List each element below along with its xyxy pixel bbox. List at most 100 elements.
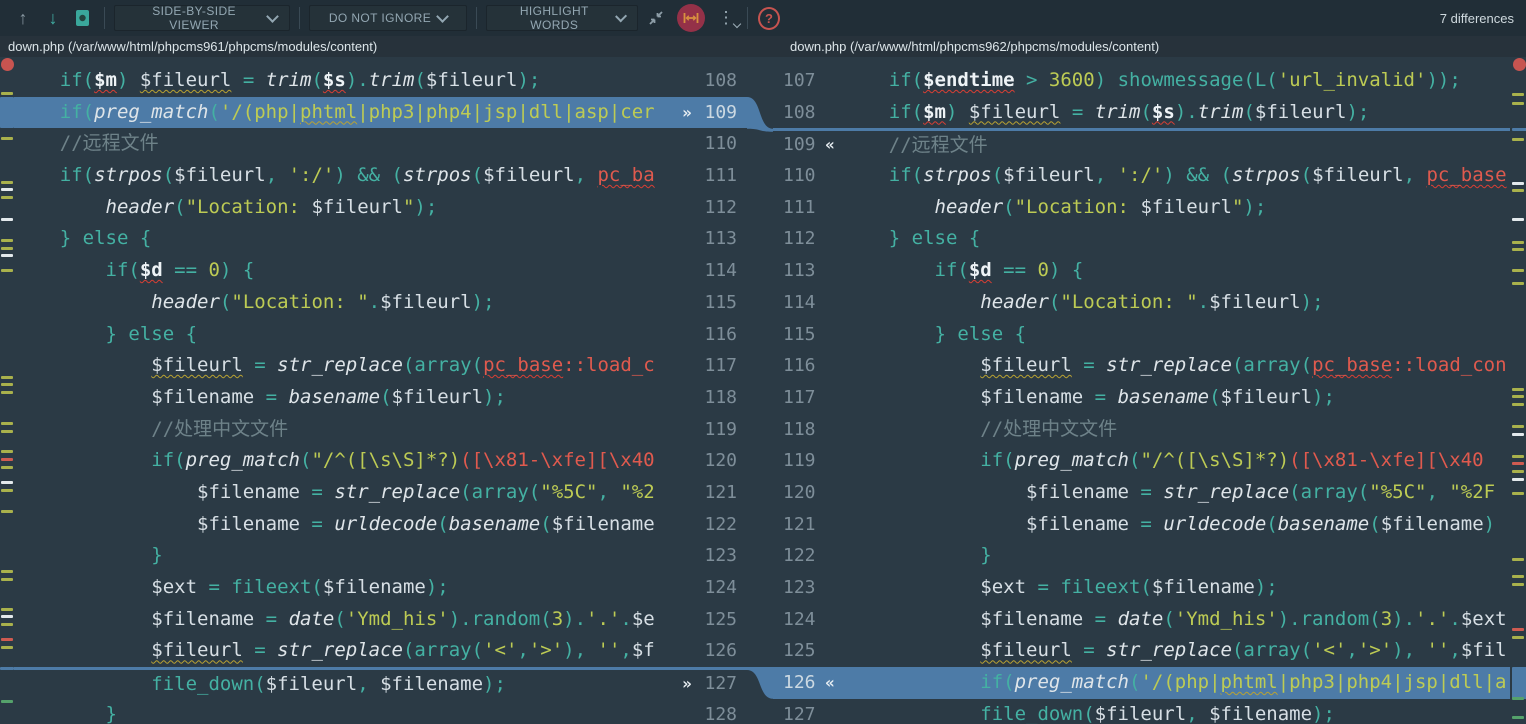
ignore-policy-dropdown[interactable]: DO NOT IGNORE (309, 5, 467, 31)
stripe-mark[interactable] (1, 376, 13, 379)
stripe-mark[interactable] (1512, 433, 1524, 436)
apply-change-chevron[interactable]: « (817, 667, 843, 699)
stripe-mark[interactable] (1512, 189, 1524, 192)
stripe-mark[interactable] (1512, 93, 1524, 96)
stripe-mark[interactable] (1, 481, 13, 484)
stripe-mark[interactable] (1512, 403, 1524, 406)
stripe-mark[interactable] (1, 247, 13, 250)
stripe-mark[interactable] (1, 137, 13, 140)
stripe-mark[interactable] (1, 700, 13, 703)
code-line-l-113[interactable]: } else {113 (14, 223, 747, 255)
stripe-mark[interactable] (1512, 395, 1524, 398)
stripe-mark[interactable] (1, 391, 13, 394)
code-line-r-118[interactable]: 118 //处理中文文件 (773, 414, 1510, 446)
code-line-l-112[interactable]: header("Location: $fileurl");112 (14, 192, 747, 224)
viewer-mode-dropdown[interactable]: SIDE-BY-SIDE VIEWER (114, 5, 290, 31)
code-line-l-120[interactable]: if(preg_match("/^([\s\S]*?)([\x81-\xfe][… (14, 445, 747, 477)
code-line-r-112[interactable]: 112 } else { (773, 223, 1510, 255)
code-line-r-120[interactable]: 120 $filename = str_replace(array("%5C",… (773, 477, 1510, 509)
code-line-r-111[interactable]: 111 header("Location: $fileurl"); (773, 192, 1510, 224)
code-line-r-107[interactable]: 107 if($endtime > 3600) showmessage(L('u… (773, 65, 1510, 97)
code-line-r-115[interactable]: 115 } else { (773, 319, 1510, 351)
code-line-r-113[interactable]: 113 if($d == 0) { (773, 255, 1510, 287)
code-line-r-110[interactable]: 110 if(strpos($fileurl, ':/') && (strpos… (773, 160, 1510, 192)
highlight-mode-dropdown[interactable]: HIGHLIGHT WORDS (486, 5, 638, 31)
stripe-mark[interactable] (1, 570, 13, 573)
error-indicator-ball[interactable] (1, 58, 14, 71)
stripe-mark[interactable] (1, 623, 13, 626)
stripe-mark[interactable] (1512, 182, 1524, 185)
stripe-mark[interactable] (1, 422, 13, 425)
code-line-r-124[interactable]: 124 $filename = date('Ymd_his').random(3… (773, 604, 1510, 636)
stripe-mark[interactable] (1, 638, 13, 641)
stripe-mark[interactable] (1, 92, 13, 95)
apply-change-chevron[interactable]: » (674, 97, 700, 129)
code-line-r-123[interactable]: 123 $ext = fileext($filename); (773, 572, 1510, 604)
code-line-r-121[interactable]: 121 $filename = urldecode(basename($file… (773, 509, 1510, 541)
code-line-r-127[interactable]: 127 file_down($fileurl, $filename); (773, 699, 1510, 724)
stripe-mark[interactable] (1, 458, 13, 461)
stripe-mark[interactable] (1512, 248, 1524, 251)
stripe-mark[interactable] (1512, 628, 1524, 631)
stripe-mark[interactable] (1, 218, 13, 221)
stripe-mark[interactable] (1512, 128, 1526, 131)
code-line-l-126[interactable]: $fileurl = str_replace(array('<','>'), '… (14, 635, 747, 667)
code-line-l-123[interactable]: }123 (14, 540, 747, 572)
code-line-r-119[interactable]: 119 if(preg_match("/^([\s\S]*?)([\x81-\x… (773, 445, 1510, 477)
stripe-mark[interactable] (1, 578, 13, 581)
code-line-l-125[interactable]: $filename = date('Ymd_his').random(3).'.… (14, 604, 747, 636)
stripe-mark[interactable] (1512, 102, 1524, 105)
stripe-mark[interactable] (1, 188, 13, 191)
collapse-unchanged-button[interactable] (641, 5, 671, 31)
code-line-r-122[interactable]: 122 } (773, 540, 1510, 572)
stripe-mark[interactable] (1512, 241, 1524, 244)
synchronize-scrolling-button[interactable] (677, 4, 705, 32)
apply-change-chevron[interactable]: « (817, 131, 843, 160)
stripe-mark[interactable] (1512, 282, 1524, 285)
stripe-mark[interactable] (1512, 558, 1524, 561)
stripe-mark[interactable] (1, 383, 13, 386)
code-line-l-114[interactable]: if($d == 0) {114 (14, 255, 747, 287)
stripe-mark[interactable] (1512, 138, 1524, 141)
help-button[interactable]: ? (754, 5, 784, 31)
more-options-button[interactable]: ⋮ (711, 5, 741, 31)
code-line-l-115[interactable]: header("Location: ".$fileurl);115 (14, 287, 747, 319)
code-line-l-122[interactable]: $filename = urldecode(basename($filename… (14, 509, 747, 541)
stripe-mark[interactable] (1512, 716, 1524, 719)
stripe-mark[interactable] (1512, 575, 1524, 578)
stripe-mark[interactable] (1512, 462, 1524, 465)
stripe-mark[interactable] (1512, 455, 1524, 458)
stripe-mark[interactable] (0, 667, 14, 670)
stripe-mark[interactable] (1, 430, 13, 433)
code-line-r-108[interactable]: 108 if($m) $fileurl = trim($s).trim($fil… (773, 97, 1510, 129)
stripe-mark[interactable] (1512, 269, 1524, 272)
stripe-mark[interactable] (1512, 492, 1524, 495)
stripe-mark[interactable] (1512, 697, 1524, 700)
right-editor[interactable]: 107 if($endtime > 3600) showmessage(L('u… (773, 57, 1510, 724)
code-line-l-110[interactable]: //远程文件110 (14, 128, 747, 160)
stripe-mark[interactable] (0, 97, 14, 129)
code-line-l-108[interactable]: if($m) $fileurl = trim($s).trim($fileurl… (14, 65, 747, 97)
code-line-l-109[interactable]: if(preg_match('/(php|phtml|php3|php4|jsp… (14, 97, 747, 129)
stripe-mark[interactable] (1512, 583, 1524, 586)
stripe-mark[interactable] (1, 489, 13, 492)
stripe-mark[interactable] (1512, 478, 1524, 481)
code-line-l-111[interactable]: if(strpos($fileurl, ':/') && (strpos($fi… (14, 160, 747, 192)
stripe-mark[interactable] (1512, 636, 1524, 639)
code-line-l-121[interactable]: $filename = str_replace(array("%5C", "%2… (14, 477, 747, 509)
stripe-mark[interactable] (1, 615, 13, 618)
left-editor[interactable]: if($m) $fileurl = trim($s).trim($fileurl… (14, 57, 747, 724)
stripe-mark[interactable] (1, 450, 13, 453)
code-line-r-116[interactable]: 116 $fileurl = str_replace(array(pc_base… (773, 350, 1510, 382)
code-line-r-114[interactable]: 114 header("Location: ".$fileurl); (773, 287, 1510, 319)
right-error-stripe[interactable] (1510, 57, 1526, 724)
code-line-l-118[interactable]: $filename = basename($fileurl);118 (14, 382, 747, 414)
stripe-mark[interactable] (1, 608, 13, 611)
stripe-mark[interactable] (1512, 470, 1524, 473)
code-line-r-109[interactable]: 109« //远程文件 (773, 128, 1510, 160)
left-error-stripe[interactable] (0, 57, 14, 724)
stripe-mark[interactable] (1, 181, 13, 184)
code-line-r-117[interactable]: 117 $filename = basename($fileurl); (773, 382, 1510, 414)
stripe-mark[interactable] (1512, 425, 1524, 428)
code-line-l-117[interactable]: $fileurl = str_replace(array(pc_base::lo… (14, 350, 747, 382)
